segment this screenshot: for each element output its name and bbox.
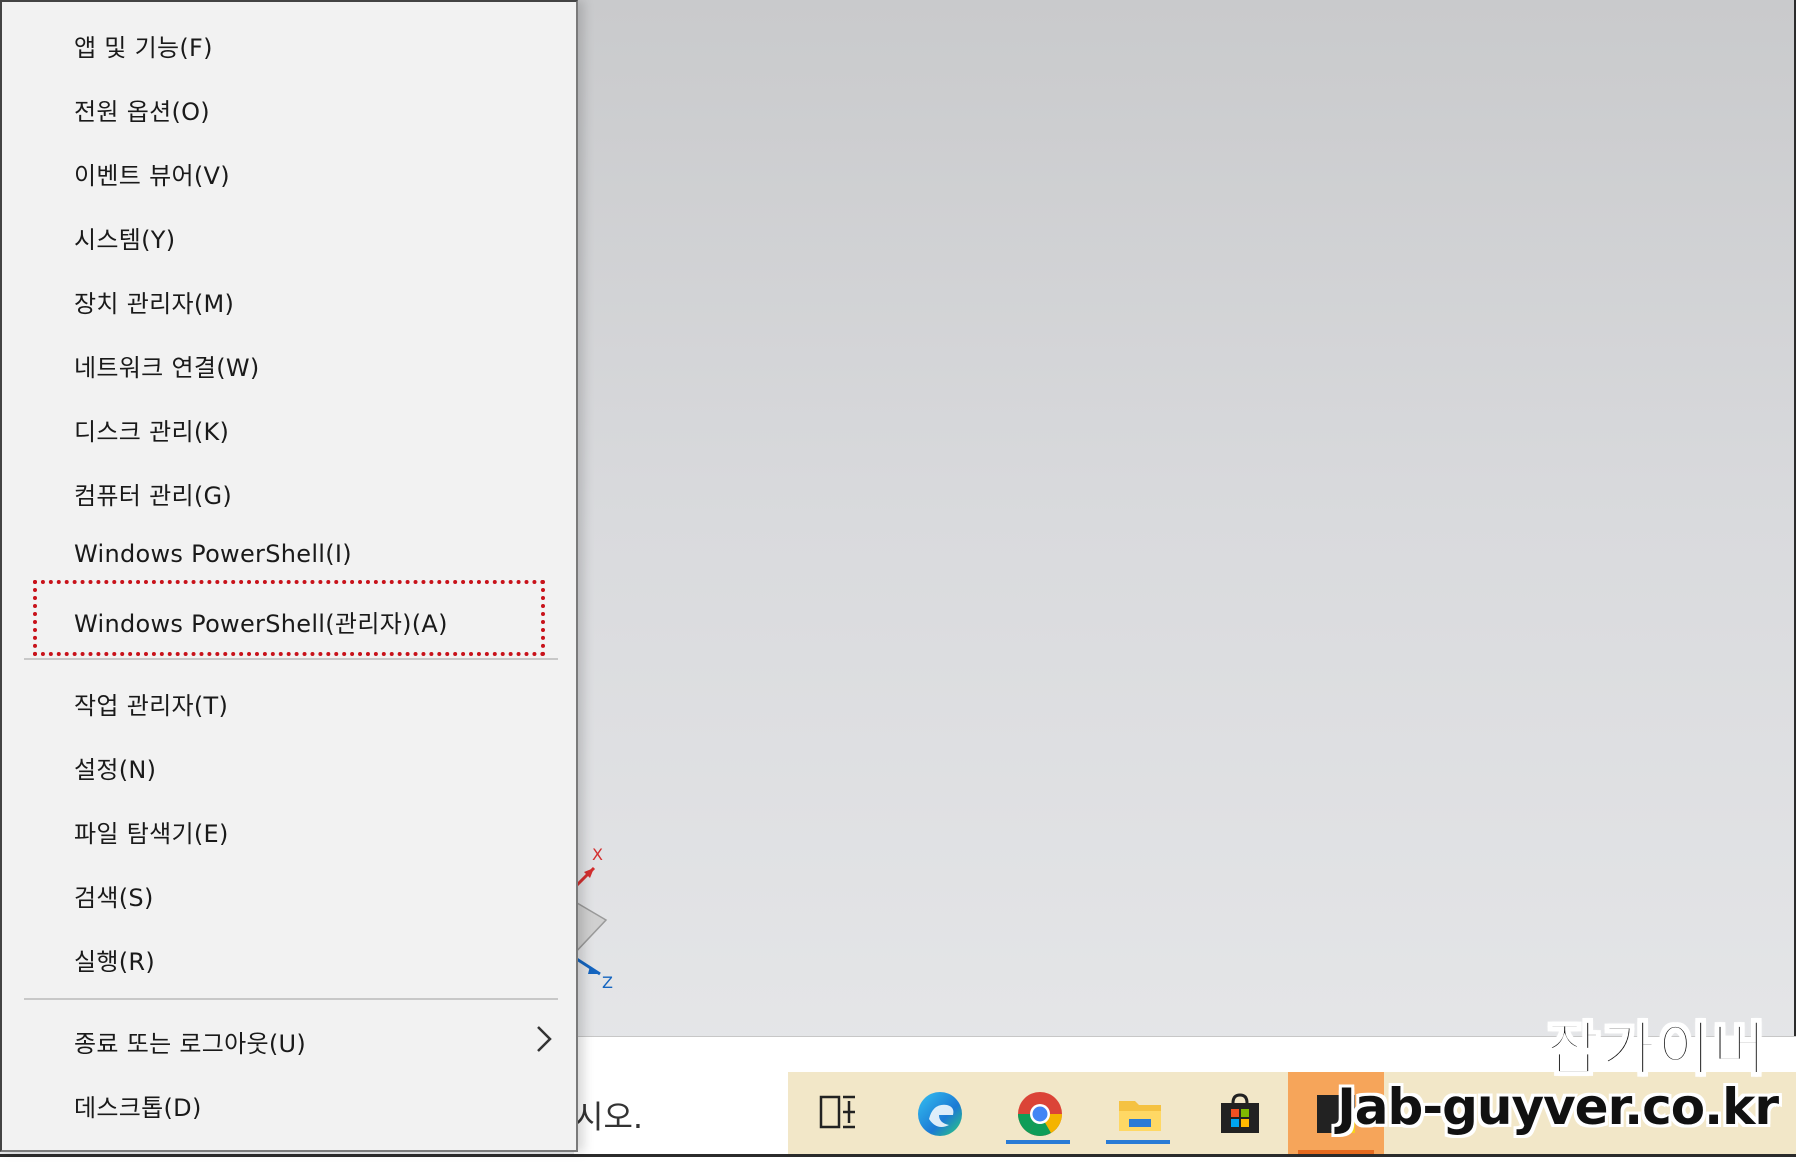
menu-item-label: 검색(S) (74, 884, 154, 912)
menu-item-disk-management[interactable]: 디스크 관리(K) (4, 396, 576, 456)
task-view-button[interactable] (798, 1082, 878, 1144)
menu-item-label: 컴퓨터 관리(G) (74, 482, 233, 510)
menu-item-label: 작업 관리자(T) (74, 692, 229, 720)
menu-item-file-explorer[interactable]: 파일 탐색기(E) (4, 798, 576, 858)
chevron-right-icon (537, 1026, 552, 1052)
file-explorer-icon (1119, 1101, 1161, 1131)
menu-item-power-options[interactable]: 전원 옵션(O) (4, 76, 576, 136)
menu-item-windows-powershell[interactable]: Windows PowerShell(I) (4, 524, 576, 584)
axis-gizmo: X Z (572, 845, 613, 990)
annotation-highlight-box (33, 580, 545, 656)
chrome-active-indicator (1006, 1140, 1070, 1144)
sticky-notes-active-indicator (1298, 1150, 1374, 1154)
watermark-korean-text: 잡가이버 (1546, 1014, 1768, 1084)
menu-item-computer-management[interactable]: 컴퓨터 관리(G) (4, 460, 576, 520)
chrome-icon (1018, 1092, 1062, 1136)
menu-item-label: 장치 관리자(M) (74, 290, 235, 318)
screenshot: X Z 시오. 앱 및 기능(F) 전원 옵션(O) 이벤트 뷰어(V) 시스템… (0, 0, 1800, 1163)
menu-item-label: 설정(N) (74, 756, 157, 784)
menu-item-device-manager[interactable]: 장치 관리자(M) (4, 268, 576, 328)
menu-item-apps-and-features[interactable]: 앱 및 기능(F) (4, 12, 576, 72)
menu-item-label: 전원 옵션(O) (74, 98, 210, 126)
task-view-icon (819, 1095, 855, 1129)
menu-item-task-manager[interactable]: 작업 관리자(T) (4, 670, 576, 730)
menu-item-event-viewer[interactable]: 이벤트 뷰어(V) (4, 140, 576, 200)
z-axis-label: Z (602, 973, 613, 990)
edge-icon (918, 1092, 962, 1136)
taskbar-search-placeholder: 시오. (574, 1098, 644, 1136)
menu-item-settings[interactable]: 설정(N) (4, 734, 576, 794)
menu-item-label: 이벤트 뷰어(V) (74, 162, 230, 190)
menu-item-run[interactable]: 실행(R) (4, 926, 576, 986)
menu-item-label: 앱 및 기능(F) (74, 34, 213, 62)
menu-separator (24, 658, 558, 660)
store-icon (1221, 1093, 1259, 1133)
menu-item-label: 실행(R) (74, 948, 156, 976)
edge-taskbar-button[interactable] (898, 1082, 978, 1144)
winx-context-menu: 앱 및 기능(F) 전원 옵션(O) 이벤트 뷰어(V) 시스템(Y) 장치 관… (0, 0, 578, 1152)
menu-item-search[interactable]: 검색(S) (4, 862, 576, 922)
x-axis-label: X (592, 845, 603, 864)
menu-item-label: 데스크톱(D) (74, 1094, 202, 1122)
menu-item-label: 종료 또는 로그아웃(U) (74, 1030, 307, 1058)
store-taskbar-button[interactable] (1198, 1082, 1278, 1144)
menu-item-desktop[interactable]: 데스크톱(D) (4, 1072, 576, 1132)
menu-item-label: 디스크 관리(K) (74, 418, 230, 446)
menu-separator (24, 998, 558, 1000)
chrome-taskbar-button[interactable] (998, 1082, 1078, 1144)
menu-item-label: 파일 탐색기(E) (74, 820, 229, 848)
menu-item-shutdown-or-signout[interactable]: 종료 또는 로그아웃(U) (4, 1008, 576, 1068)
menu-item-network-connections[interactable]: 네트워크 연결(W) (4, 332, 576, 392)
taskbar-search-box[interactable]: 시오. (574, 1072, 789, 1154)
menu-item-system[interactable]: 시스템(Y) (4, 204, 576, 264)
menu-item-label: Windows PowerShell(I) (74, 540, 352, 568)
menu-item-label: 네트워크 연결(W) (74, 354, 260, 382)
menu-item-label: 시스템(Y) (74, 226, 176, 254)
file-explorer-active-indicator (1106, 1140, 1170, 1144)
watermark-url-text: Jab-guyver.co.kr (1337, 1078, 1779, 1136)
file-explorer-taskbar-button[interactable] (1098, 1082, 1178, 1144)
